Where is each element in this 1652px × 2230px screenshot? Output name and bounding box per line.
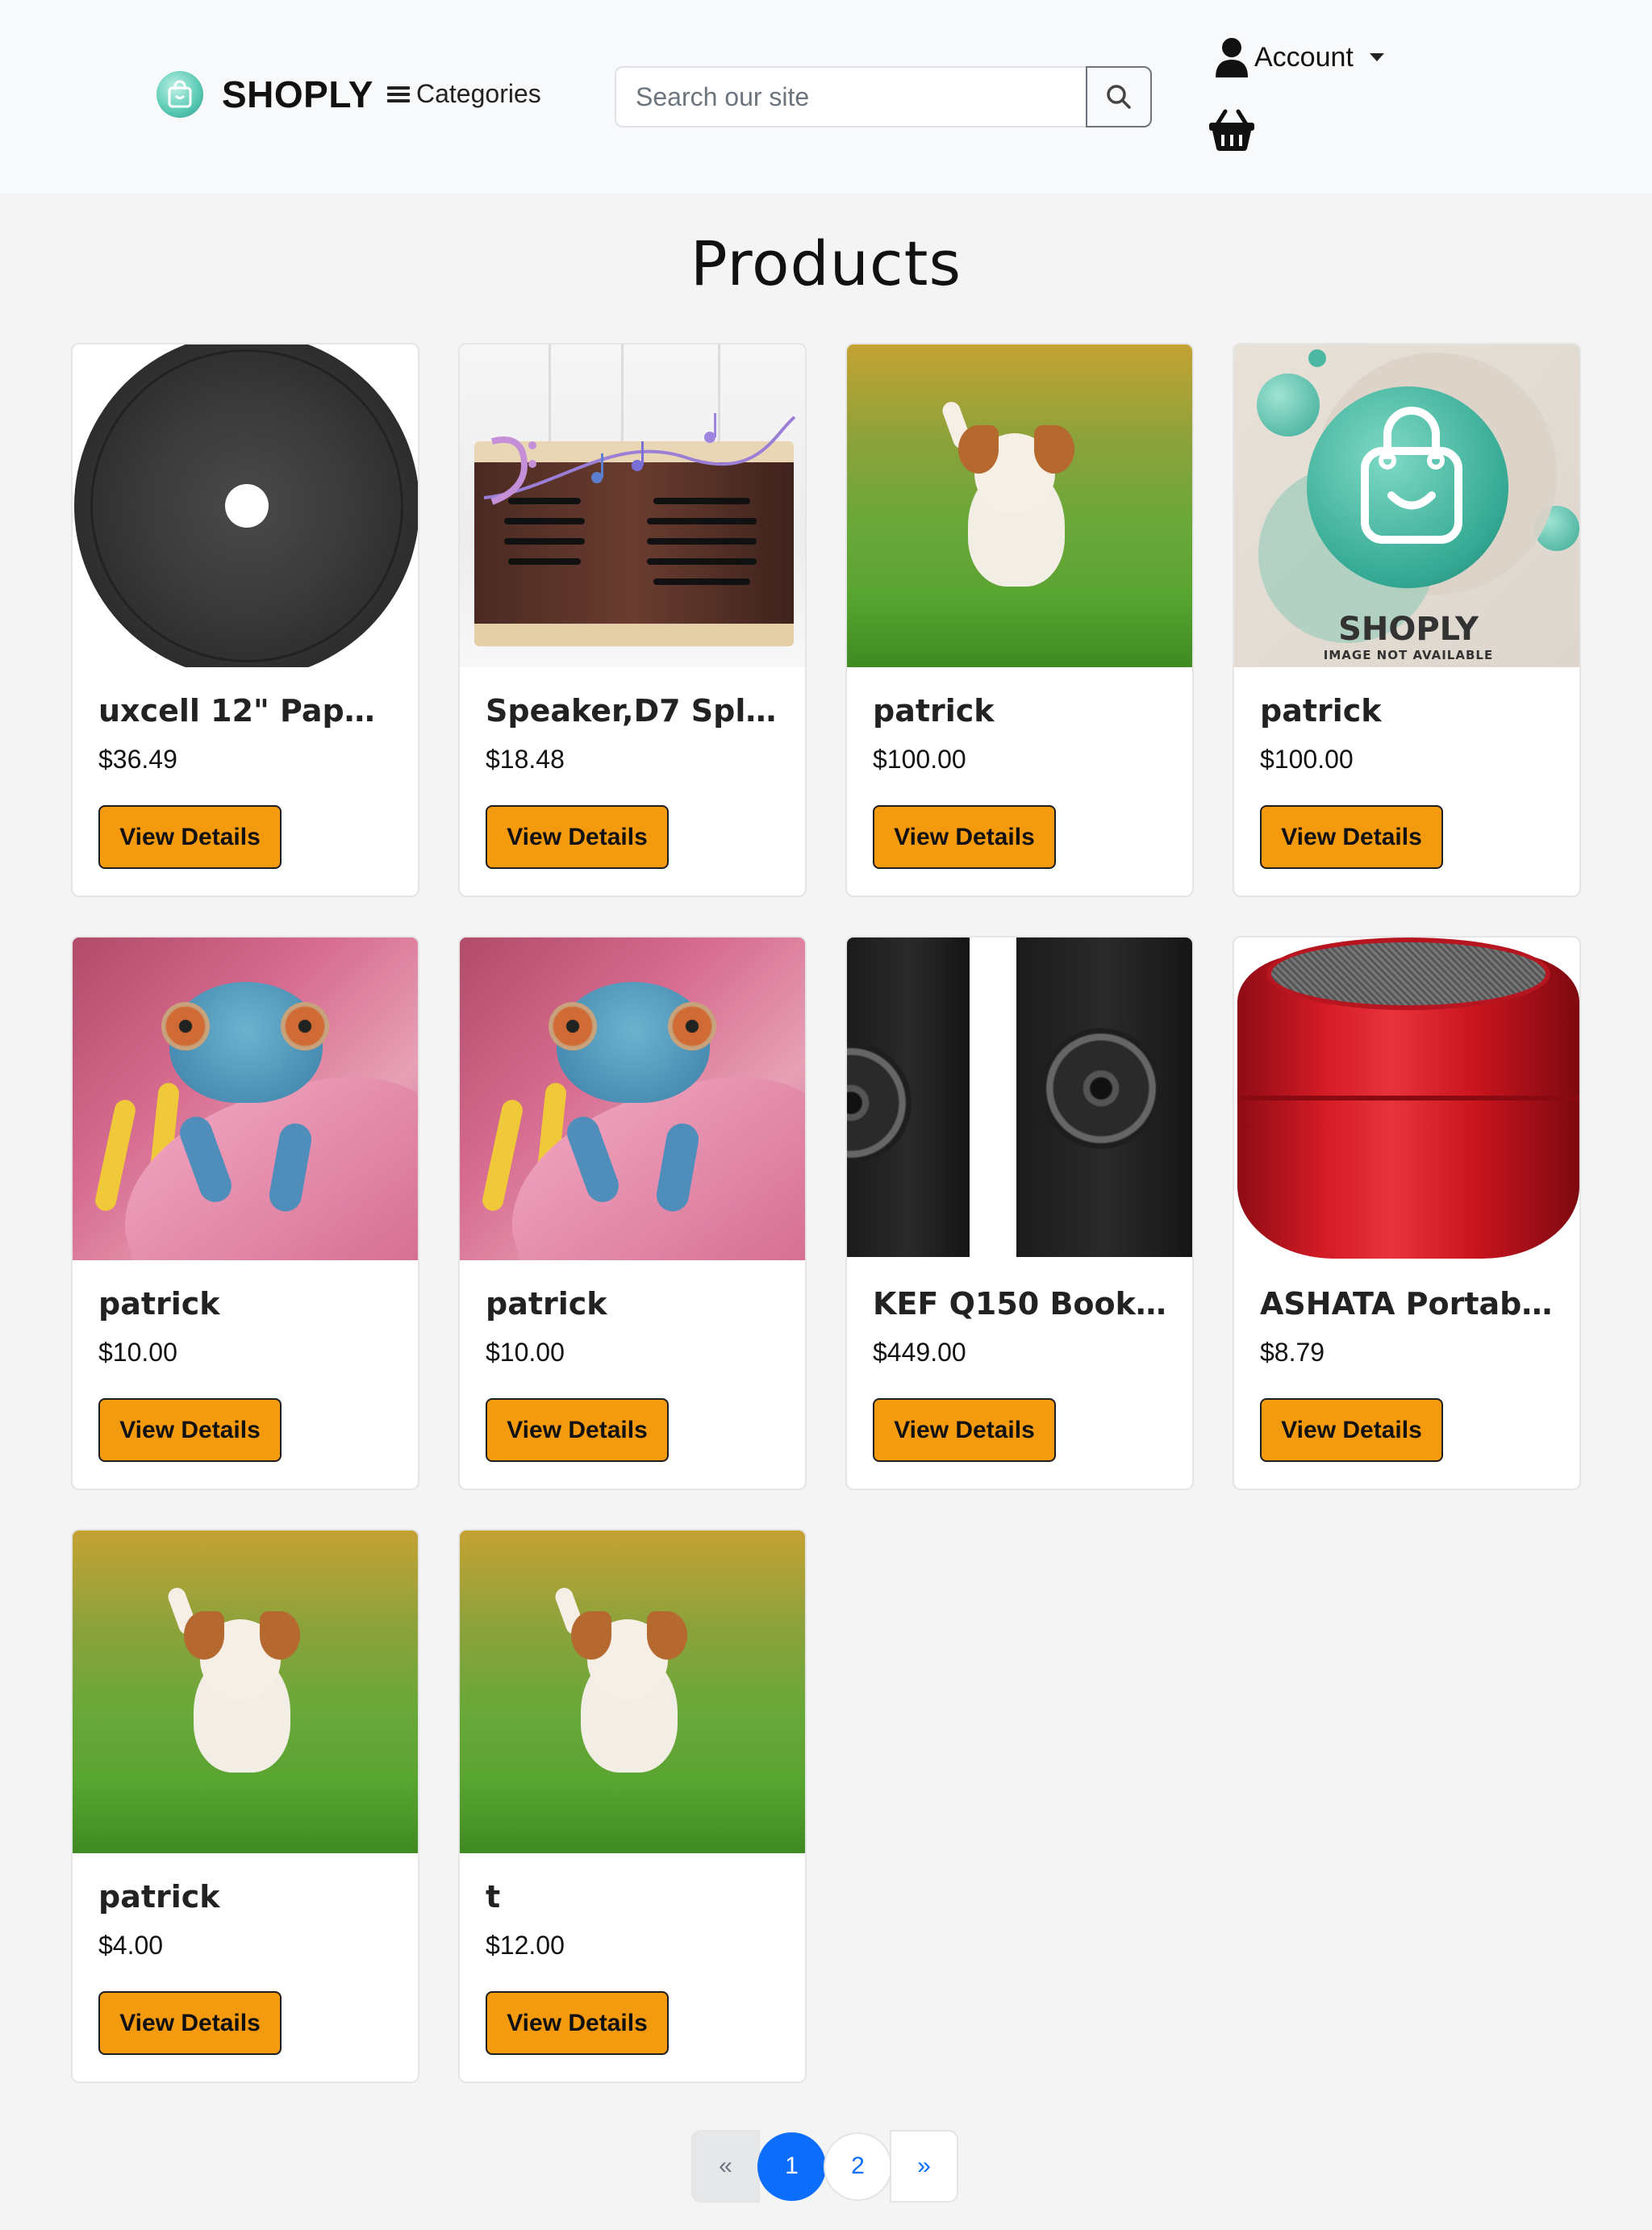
- search-input[interactable]: [616, 68, 1086, 126]
- site-header: SHOPLY Categories Account: [0, 0, 1652, 194]
- view-details-button[interactable]: View Details: [1260, 1398, 1443, 1462]
- product-card[interactable]: patrick $4.00 View Details: [71, 1529, 419, 2083]
- product-card[interactable]: SHOPLY IMAGE NOT AVAILABLE patrick $100.…: [1233, 343, 1581, 897]
- page-title: Products: [690, 228, 962, 299]
- product-card[interactable]: KEF Q150 Booksh... $449.00 View Details: [845, 936, 1194, 1490]
- brand-name[interactable]: SHOPLY: [222, 73, 373, 116]
- product-image-chameleon[interactable]: [460, 938, 805, 1260]
- pagination-prev-button[interactable]: «: [691, 2130, 760, 2203]
- view-details-button[interactable]: View Details: [486, 805, 669, 869]
- product-image-puppy[interactable]: [847, 345, 1192, 667]
- search-button[interactable]: [1086, 66, 1152, 127]
- product-image-puppy[interactable]: [460, 1531, 805, 1853]
- search-bar: [615, 66, 1152, 127]
- shopping-bag-logo-icon[interactable]: [156, 71, 203, 118]
- product-title[interactable]: patrick: [873, 690, 1166, 732]
- product-price: $12.00: [486, 1931, 565, 1960]
- product-price: $4.00: [98, 1931, 164, 1960]
- account-dropdown[interactable]: Account: [1214, 37, 1384, 77]
- product-price: $100.00: [873, 745, 966, 774]
- product-image-wooden-speaker[interactable]: [460, 345, 805, 667]
- account-label: Account: [1254, 41, 1354, 73]
- categories-label: Categories: [416, 79, 541, 108]
- pagination-next-button[interactable]: »: [890, 2130, 958, 2203]
- product-image-placeholder[interactable]: SHOPLY IMAGE NOT AVAILABLE: [1234, 345, 1579, 667]
- placeholder-brand-text: SHOPLY: [1338, 611, 1479, 648]
- product-title[interactable]: patrick: [98, 1283, 392, 1325]
- view-details-button[interactable]: View Details: [873, 1398, 1056, 1462]
- hamburger-icon: [387, 86, 410, 103]
- view-details-button[interactable]: View Details: [486, 1991, 669, 2055]
- product-price: $36.49: [98, 745, 177, 774]
- music-notes-icon: [483, 413, 796, 505]
- product-title[interactable]: t: [486, 1876, 779, 1918]
- product-grid: uxcell 12" Paper S... $36.49 View Detail…: [71, 343, 1581, 2083]
- view-details-button[interactable]: View Details: [1260, 805, 1443, 869]
- product-image-red-speaker[interactable]: [1234, 938, 1579, 1260]
- product-card[interactable]: patrick $10.00 View Details: [458, 936, 807, 1490]
- view-details-button[interactable]: View Details: [98, 1398, 282, 1462]
- pagination-page-2[interactable]: 2: [824, 2132, 892, 2201]
- product-title[interactable]: ASHATA Portable ...: [1260, 1283, 1554, 1325]
- shopping-bag-smile-icon: [1361, 407, 1462, 544]
- product-title[interactable]: patrick: [98, 1876, 392, 1918]
- product-title[interactable]: patrick: [1260, 690, 1554, 732]
- product-title[interactable]: uxcell 12" Paper S...: [98, 690, 392, 732]
- product-price: $10.00: [486, 1338, 565, 1367]
- user-icon: [1216, 38, 1248, 77]
- search-icon: [1107, 85, 1131, 109]
- product-image-chameleon[interactable]: [73, 938, 418, 1260]
- product-price: $10.00: [98, 1338, 177, 1367]
- product-price: $8.79: [1260, 1338, 1325, 1367]
- pagination-page-1[interactable]: 1: [757, 2132, 826, 2201]
- product-card[interactable]: uxcell 12" Paper S... $36.49 View Detail…: [71, 343, 419, 897]
- product-image-puppy[interactable]: [73, 1531, 418, 1853]
- product-image-speaker-cone[interactable]: [73, 345, 418, 667]
- chevron-down-icon: [1369, 53, 1384, 61]
- product-title[interactable]: KEF Q150 Booksh...: [873, 1283, 1166, 1325]
- placeholder-caption: IMAGE NOT AVAILABLE: [1323, 648, 1494, 662]
- product-card[interactable]: patrick $100.00 View Details: [845, 343, 1194, 897]
- product-price: $100.00: [1260, 745, 1354, 774]
- view-details-button[interactable]: View Details: [98, 805, 282, 869]
- product-card[interactable]: t $12.00 View Details: [458, 1529, 807, 2083]
- product-price: $18.48: [486, 745, 565, 774]
- product-title[interactable]: patrick: [486, 1283, 779, 1325]
- cart-basket-icon[interactable]: [1208, 108, 1256, 156]
- view-details-button[interactable]: View Details: [873, 805, 1056, 869]
- pagination: « 1 2 »: [691, 2130, 958, 2203]
- view-details-button[interactable]: View Details: [486, 1398, 669, 1462]
- product-card[interactable]: patrick $10.00 View Details: [71, 936, 419, 1490]
- product-card[interactable]: Speaker,D7 Splici... $18.48 View Details: [458, 343, 807, 897]
- product-price: $449.00: [873, 1338, 966, 1367]
- product-image-kef-speakers[interactable]: [847, 938, 1192, 1260]
- view-details-button[interactable]: View Details: [98, 1991, 282, 2055]
- categories-menu-button[interactable]: Categories: [387, 79, 541, 109]
- product-title[interactable]: Speaker,D7 Splici...: [486, 690, 779, 732]
- product-card[interactable]: ASHATA Portable ... $8.79 View Details: [1233, 936, 1581, 1490]
